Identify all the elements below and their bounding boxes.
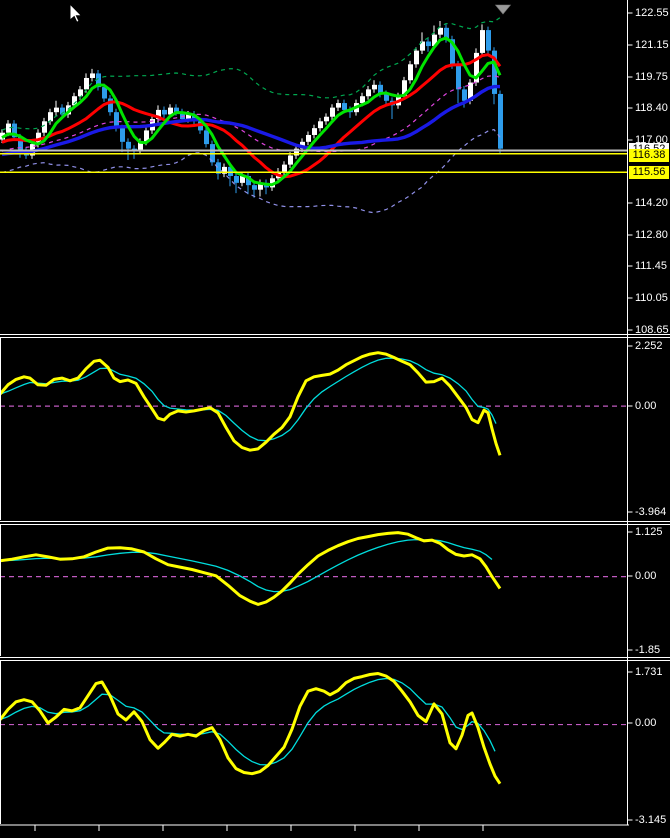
oscillator-3-pane[interactable] (0, 672, 628, 785)
bollinger-upper-line (1, 17, 501, 131)
trading-chart-window: 116.52 116.38 115.56 122.55 121.15 119.75 1… (0, 0, 670, 838)
main-chart-pane[interactable] (0, 17, 503, 214)
bollinger-lower-line (1, 128, 501, 214)
oscillator-main-line (0, 351, 502, 456)
oscillator-2-pane[interactable] (0, 531, 628, 606)
oscillator-signal-line (0, 677, 496, 766)
oscillator-main-line (0, 531, 502, 606)
chart-canvas[interactable] (0, 0, 670, 838)
mouse-cursor-icon (69, 2, 83, 23)
ma-red-line (1, 53, 502, 179)
oscillator-signal-line (0, 538, 493, 593)
oscillator-main-line (0, 672, 502, 785)
chart-shift-marker-icon[interactable] (494, 4, 512, 15)
oscillator-signal-line (0, 357, 497, 442)
oscillator-1-pane[interactable] (0, 351, 628, 456)
